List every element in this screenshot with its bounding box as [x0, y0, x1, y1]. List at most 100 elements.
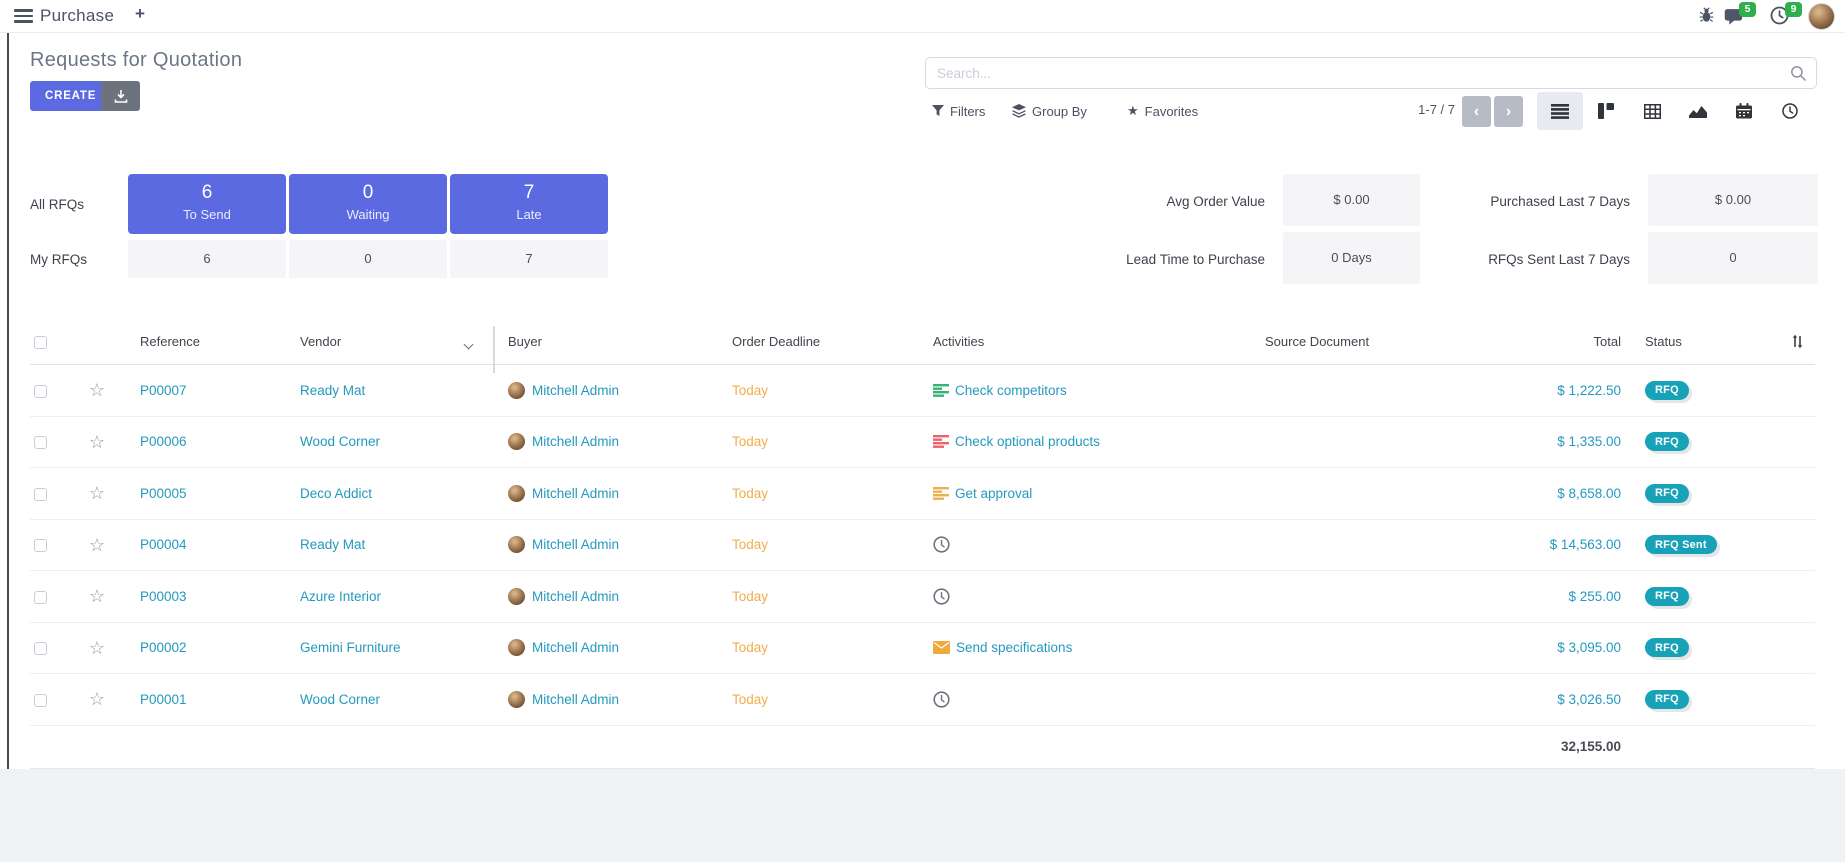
order-deadline: Today [717, 537, 917, 552]
column-header-status[interactable]: Status [1630, 334, 1780, 349]
table-row[interactable]: ☆ P00005 Deco Addict Mitchell Admin Toda… [30, 468, 1815, 520]
lead-time-label: Lead Time to Purchase [1035, 252, 1265, 267]
filters-button[interactable]: Filters [932, 98, 985, 124]
favorite-star-icon[interactable]: ☆ [89, 689, 105, 709]
column-header-buyer[interactable]: Buyer [495, 334, 717, 349]
vendor-link[interactable]: Wood Corner [300, 434, 380, 449]
row-checkbox[interactable] [34, 694, 47, 707]
row-checkbox[interactable] [34, 436, 47, 449]
favorite-star-icon[interactable]: ☆ [89, 432, 105, 452]
my-waiting-cell[interactable]: 0 [289, 240, 447, 278]
messages-count-badge[interactable]: 5 [1739, 2, 1756, 17]
to-send-label: To Send [128, 207, 286, 222]
column-resize-handle[interactable] [493, 326, 495, 373]
table-row[interactable]: ☆ P00001 Wood Corner Mitchell Admin Toda… [30, 674, 1815, 726]
activities-count-badge[interactable]: 9 [1785, 2, 1802, 17]
my-rfqs-label: My RFQs [30, 252, 87, 267]
search-icon[interactable] [1790, 65, 1807, 82]
pager-previous-button[interactable]: ‹ [1462, 96, 1491, 127]
create-button[interactable]: CREATE [30, 81, 111, 111]
buyer-avatar [508, 536, 525, 553]
status-badge: RFQ [1645, 432, 1689, 451]
all-rfqs-label: All RFQs [30, 197, 84, 212]
favorite-star-icon[interactable]: ☆ [89, 638, 105, 658]
user-avatar[interactable] [1808, 3, 1835, 30]
pivot-view-button[interactable] [1629, 92, 1675, 130]
buyer-link[interactable]: Mitchell Admin [532, 640, 619, 655]
favorite-star-icon[interactable]: ☆ [89, 535, 105, 555]
list-view-button[interactable] [1537, 92, 1583, 130]
activity-link[interactable]: Check optional products [955, 434, 1100, 449]
new-tab-icon[interactable]: + [135, 4, 145, 24]
column-header-vendor[interactable]: Vendor [282, 334, 495, 349]
kanban-view-button[interactable] [1583, 92, 1629, 130]
column-header-source-document[interactable]: Source Document [1250, 334, 1440, 349]
table-row[interactable]: ☆ P00006 Wood Corner Mitchell Admin Toda… [30, 417, 1815, 469]
favorite-star-icon[interactable]: ☆ [89, 586, 105, 606]
table-row[interactable]: ☆ P00003 Azure Interior Mitchell Admin T… [30, 571, 1815, 623]
reference-link[interactable]: P00001 [140, 692, 187, 707]
late-button[interactable]: 7 Late [450, 174, 608, 234]
row-checkbox[interactable] [34, 642, 47, 655]
clock-icon[interactable] [933, 588, 950, 605]
status-badge: RFQ [1645, 484, 1689, 503]
vendor-link[interactable]: Azure Interior [300, 589, 381, 604]
buyer-link[interactable]: Mitchell Admin [532, 589, 619, 604]
reference-link[interactable]: P00006 [140, 434, 187, 449]
activity-link[interactable]: Check competitors [955, 383, 1067, 398]
vendor-link[interactable]: Ready Mat [300, 537, 365, 552]
row-checkbox[interactable] [34, 385, 47, 398]
buyer-avatar [508, 588, 525, 605]
column-header-activities[interactable]: Activities [917, 334, 1250, 349]
row-checkbox[interactable] [34, 539, 47, 552]
table-row[interactable]: ☆ P00007 Ready Mat Mitchell Admin Today … [30, 365, 1815, 417]
row-checkbox[interactable] [34, 488, 47, 501]
waiting-button[interactable]: 0 Waiting [289, 174, 447, 234]
select-all-checkbox[interactable] [34, 336, 47, 349]
vendor-link[interactable]: Deco Addict [300, 486, 372, 501]
reference-link[interactable]: P00004 [140, 537, 187, 552]
clock-icon[interactable] [933, 691, 950, 708]
apps-menu-icon[interactable] [14, 9, 33, 24]
buyer-link[interactable]: Mitchell Admin [532, 486, 619, 501]
app-name[interactable]: Purchase [40, 6, 114, 26]
debug-icon[interactable] [1698, 7, 1715, 24]
favorites-label: Favorites [1145, 104, 1198, 119]
search-input[interactable] [926, 58, 1816, 88]
reference-link[interactable]: P00002 [140, 640, 187, 655]
vendor-link[interactable]: Wood Corner [300, 692, 380, 707]
group-by-button[interactable]: Group By [1012, 98, 1087, 124]
clock-icon[interactable] [933, 536, 950, 553]
buyer-link[interactable]: Mitchell Admin [532, 537, 619, 552]
my-to-send-cell[interactable]: 6 [128, 240, 286, 278]
favorite-star-icon[interactable]: ☆ [89, 483, 105, 503]
favorites-button[interactable]: ★ Favorites [1127, 98, 1198, 124]
table-row[interactable]: ☆ P00004 Ready Mat Mitchell Admin Today … [30, 520, 1815, 572]
column-header-total[interactable]: Total [1440, 334, 1630, 349]
calendar-view-button[interactable] [1721, 92, 1767, 130]
favorite-star-icon[interactable]: ☆ [89, 380, 105, 400]
column-header-reference[interactable]: Reference [122, 334, 282, 349]
page-title: Requests for Quotation [30, 49, 242, 72]
pager-next-button[interactable]: › [1494, 96, 1523, 127]
optional-columns-button[interactable] [1780, 334, 1815, 349]
buyer-link[interactable]: Mitchell Admin [532, 383, 619, 398]
rfqs-sent-label: RFQs Sent Last 7 Days [1400, 252, 1630, 267]
reference-link[interactable]: P00005 [140, 486, 187, 501]
reference-link[interactable]: P00003 [140, 589, 187, 604]
activity-view-button[interactable] [1767, 92, 1813, 130]
row-checkbox[interactable] [34, 591, 47, 604]
export-button[interactable] [101, 81, 140, 111]
vendor-link[interactable]: Ready Mat [300, 383, 365, 398]
buyer-link[interactable]: Mitchell Admin [532, 692, 619, 707]
activity-link[interactable]: Send specifications [956, 640, 1072, 655]
column-header-order-deadline[interactable]: Order Deadline [717, 334, 917, 349]
vendor-link[interactable]: Gemini Furniture [300, 640, 401, 655]
my-late-cell[interactable]: 7 [450, 240, 608, 278]
buyer-link[interactable]: Mitchell Admin [532, 434, 619, 449]
to-send-button[interactable]: 6 To Send [128, 174, 286, 234]
activity-link[interactable]: Get approval [955, 486, 1032, 501]
graph-view-button[interactable] [1675, 92, 1721, 130]
reference-link[interactable]: P00007 [140, 383, 187, 398]
table-row[interactable]: ☆ P00002 Gemini Furniture Mitchell Admin… [30, 623, 1815, 675]
